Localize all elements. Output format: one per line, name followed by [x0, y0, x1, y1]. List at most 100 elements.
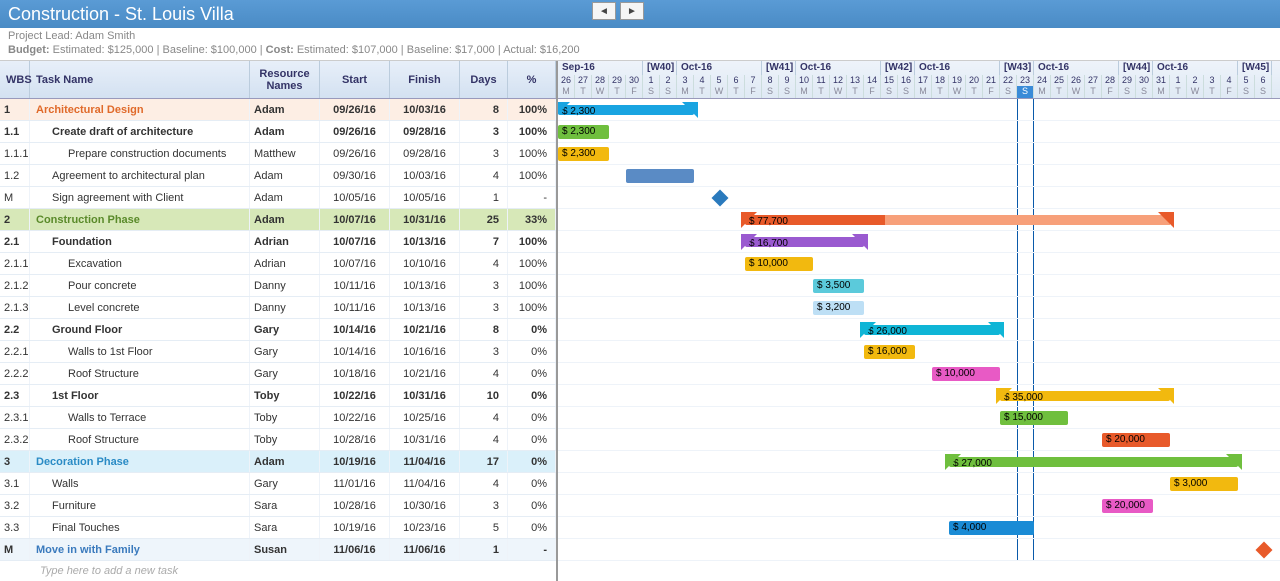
cell-resource[interactable]: Adam	[250, 187, 320, 208]
cell-name[interactable]: Construction Phase	[30, 209, 250, 230]
cell-finish[interactable]: 10/31/16	[390, 385, 460, 406]
timeline-prev-button[interactable]: ◄	[592, 2, 616, 20]
col-finish[interactable]: Finish	[390, 61, 460, 98]
cell-start[interactable]: 09/30/16	[320, 165, 390, 186]
cell-name[interactable]: Roof Structure	[30, 363, 250, 384]
table-row[interactable]: 2.3.1Walls to TerraceToby10/22/1610/25/1…	[0, 407, 556, 429]
cell-pct[interactable]: 100%	[508, 121, 556, 142]
cell-name[interactable]: Create draft of architecture	[30, 121, 250, 142]
task-bar[interactable]: $ 15,000	[1000, 411, 1068, 425]
cell-name[interactable]: Level concrete	[30, 297, 250, 318]
col-pct[interactable]: %	[508, 61, 556, 98]
cell-name[interactable]: Foundation	[30, 231, 250, 252]
cell-finish[interactable]: 10/30/16	[390, 495, 460, 516]
cell-start[interactable]: 10/22/16	[320, 407, 390, 428]
cell-days[interactable]: 8	[460, 99, 508, 120]
cell-resource[interactable]: Gary	[250, 363, 320, 384]
cell-name[interactable]: Agreement to architectural plan	[30, 165, 250, 186]
cell-start[interactable]: 11/06/16	[320, 539, 390, 560]
table-row[interactable]: 2.1.2Pour concreteDanny10/11/1610/13/163…	[0, 275, 556, 297]
cell-resource[interactable]: Toby	[250, 407, 320, 428]
gantt-chart[interactable]: Sep-16[W40]Oct-16[W41]Oct-16[W42]Oct-16[…	[558, 61, 1280, 581]
cell-finish[interactable]: 10/31/16	[390, 209, 460, 230]
cell-pct[interactable]: 0%	[508, 407, 556, 428]
cell-resource[interactable]: Gary	[250, 319, 320, 340]
cell-name[interactable]: Ground Floor	[30, 319, 250, 340]
cell-pct[interactable]: 100%	[508, 297, 556, 318]
table-row[interactable]: 2.2.2Roof StructureGary10/18/1610/21/164…	[0, 363, 556, 385]
cell-resource[interactable]: Gary	[250, 473, 320, 494]
task-bar[interactable]: $ 20,000	[1102, 433, 1170, 447]
task-bar[interactable]: $ 10,000	[745, 257, 813, 271]
cell-days[interactable]: 17	[460, 451, 508, 472]
cell-pct[interactable]: 0%	[508, 517, 556, 538]
table-row[interactable]: 2.1FoundationAdrian10/07/1610/13/167100%	[0, 231, 556, 253]
cell-name[interactable]: Walls	[30, 473, 250, 494]
cell-finish[interactable]: 10/05/16	[390, 187, 460, 208]
table-row[interactable]: 2.31st FloorToby10/22/1610/31/16100%	[0, 385, 556, 407]
cell-pct[interactable]: 100%	[508, 253, 556, 274]
summary-bar[interactable]: $ 16,700	[745, 237, 864, 247]
cell-resource[interactable]: Adam	[250, 209, 320, 230]
cell-name[interactable]: Architectural Design	[30, 99, 250, 120]
col-start[interactable]: Start	[320, 61, 390, 98]
cell-start[interactable]: 09/26/16	[320, 99, 390, 120]
cell-resource[interactable]: Adam	[250, 99, 320, 120]
cell-name[interactable]: Final Touches	[30, 517, 250, 538]
cell-finish[interactable]: 10/21/16	[390, 319, 460, 340]
cell-resource[interactable]: Adrian	[250, 253, 320, 274]
cell-pct[interactable]: 0%	[508, 495, 556, 516]
cell-resource[interactable]: Toby	[250, 429, 320, 450]
table-row[interactable]: 2.2Ground FloorGary10/14/1610/21/1680%	[0, 319, 556, 341]
summary-bar[interactable]: $ 35,000	[1000, 391, 1170, 401]
cell-finish[interactable]: 09/28/16	[390, 143, 460, 164]
cell-finish[interactable]: 10/13/16	[390, 297, 460, 318]
cell-days[interactable]: 25	[460, 209, 508, 230]
summary-bar[interactable]: $ 26,000	[864, 325, 1000, 335]
table-row[interactable]: 2.3.2Roof StructureToby10/28/1610/31/164…	[0, 429, 556, 451]
cell-pct[interactable]: 100%	[508, 143, 556, 164]
cell-name[interactable]: Walls to 1st Floor	[30, 341, 250, 362]
task-bar[interactable]: $ 16,000	[864, 345, 915, 359]
cell-days[interactable]: 3	[460, 275, 508, 296]
cell-finish[interactable]: 11/04/16	[390, 451, 460, 472]
cell-finish[interactable]: 10/10/16	[390, 253, 460, 274]
table-row[interactable]: 3.1WallsGary11/01/1611/04/1640%	[0, 473, 556, 495]
cell-resource[interactable]: Toby	[250, 385, 320, 406]
cell-days[interactable]: 4	[460, 473, 508, 494]
cell-days[interactable]: 3	[460, 143, 508, 164]
cell-resource[interactable]: Sara	[250, 517, 320, 538]
cell-days[interactable]: 4	[460, 363, 508, 384]
task-bar[interactable]: $ 20,000	[1102, 499, 1153, 513]
cell-finish[interactable]: 10/13/16	[390, 275, 460, 296]
cell-start[interactable]: 10/07/16	[320, 253, 390, 274]
cell-resource[interactable]: Adam	[250, 121, 320, 142]
cell-start[interactable]: 09/26/16	[320, 143, 390, 164]
cell-name[interactable]: Furniture	[30, 495, 250, 516]
table-row[interactable]: 2.1.1ExcavationAdrian10/07/1610/10/16410…	[0, 253, 556, 275]
cell-resource[interactable]: Adrian	[250, 231, 320, 252]
cell-days[interactable]: 5	[460, 517, 508, 538]
cell-start[interactable]: 10/28/16	[320, 429, 390, 450]
cell-finish[interactable]: 10/13/16	[390, 231, 460, 252]
cell-start[interactable]: 10/18/16	[320, 363, 390, 384]
cell-name[interactable]: 1st Floor	[30, 385, 250, 406]
cell-pct[interactable]: 0%	[508, 319, 556, 340]
cell-pct[interactable]: -	[508, 187, 556, 208]
cell-days[interactable]: 3	[460, 341, 508, 362]
cell-start[interactable]: 10/19/16	[320, 451, 390, 472]
cell-resource[interactable]: Sara	[250, 495, 320, 516]
cell-pct[interactable]: 0%	[508, 363, 556, 384]
task-bar[interactable]: $ 3,500	[813, 279, 864, 293]
cell-resource[interactable]: Danny	[250, 297, 320, 318]
task-bar[interactable]: $ 2,300	[558, 125, 609, 139]
cell-start[interactable]: 09/26/16	[320, 121, 390, 142]
table-row[interactable]: MMove in with FamilySusan11/06/1611/06/1…	[0, 539, 556, 561]
cell-days[interactable]: 3	[460, 121, 508, 142]
cell-pct[interactable]: 0%	[508, 429, 556, 450]
cell-name[interactable]: Roof Structure	[30, 429, 250, 450]
cell-start[interactable]: 10/28/16	[320, 495, 390, 516]
cell-days[interactable]: 1	[460, 187, 508, 208]
cell-name[interactable]: Prepare construction documents	[30, 143, 250, 164]
cell-start[interactable]: 10/07/16	[320, 209, 390, 230]
